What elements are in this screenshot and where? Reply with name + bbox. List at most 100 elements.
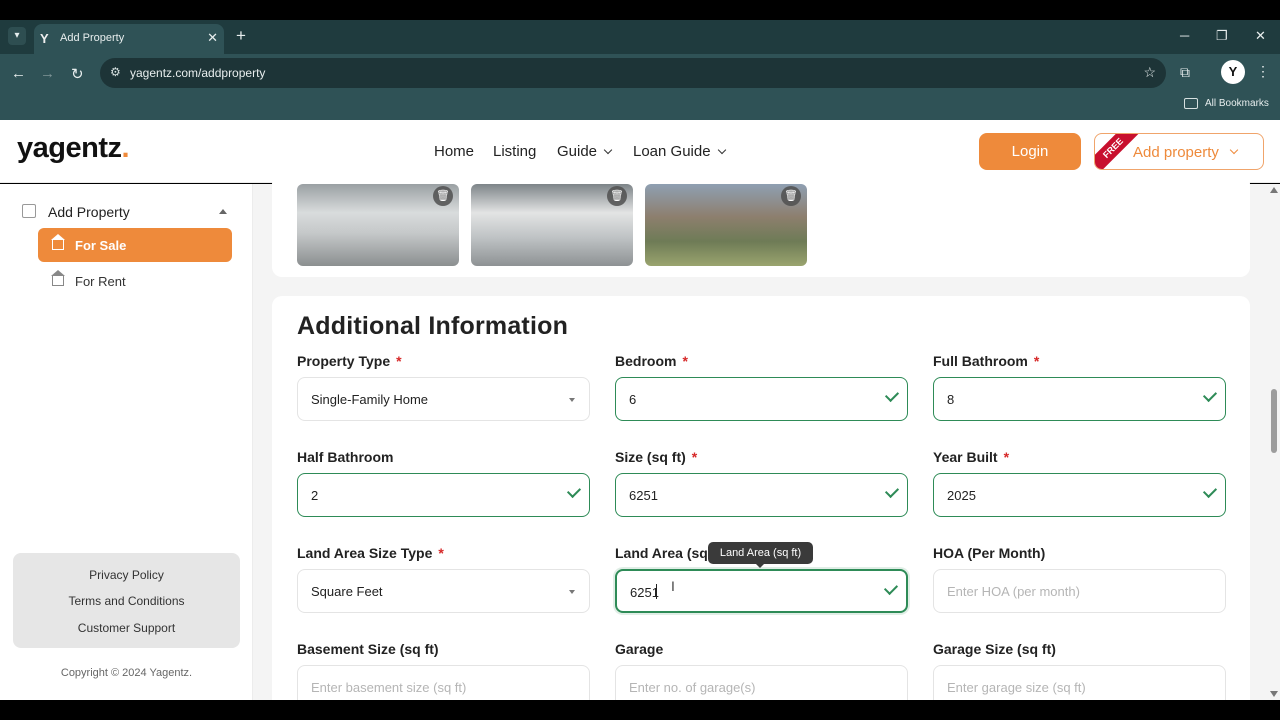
profile-avatar[interactable]: Y [1221,60,1245,84]
nav-loan-guide[interactable]: Loan Guide [633,143,726,160]
label-text: Year Built [933,449,998,465]
land-area-type-label: Land Area Size Type * [297,545,444,561]
year-built-input[interactable]: 2025 [933,473,1226,517]
required-mark: * [1033,353,1040,369]
caret-down-icon [569,590,575,594]
folder-icon [1184,98,1198,109]
copyright-text: Copyright © 2024 Yagentz. [60,667,193,679]
home-icon-body [52,275,64,286]
input-placeholder: Enter basement size (sq ft) [311,680,467,695]
input-value: 8 [947,392,955,407]
hoa-input[interactable]: Enter HOA (per month) [933,569,1226,613]
input-value: 6 [629,392,637,407]
back-icon[interactable]: ← [11,65,26,82]
login-button[interactable]: Login [979,133,1081,170]
size-label: Size (sq ft) * [615,449,697,465]
property-type-label: Property Type * [297,353,402,369]
property-type-select[interactable]: Single-Family Home [297,377,590,421]
bookmarks-bar: All Bookmarks [0,92,1280,120]
add-property-button[interactable]: FREE Add property [1094,133,1264,170]
required-mark: * [396,353,402,369]
sidebar-footer-links: Privacy Policy Terms and Conditions Cust… [13,553,240,648]
nav-guide[interactable]: Guide [557,143,613,160]
full-bathroom-input[interactable]: 8 [933,377,1226,421]
terms-link[interactable]: Terms and Conditions [13,594,240,608]
scroll-down-icon[interactable] [1270,691,1278,697]
sidebar: Add Property For Sale For Rent Privacy P… [0,184,253,700]
basement-label: Basement Size (sq ft) [297,641,439,657]
check-icon [1202,483,1218,499]
site-logo[interactable]: yagentz. [17,132,130,165]
bookmark-star-icon[interactable]: ☆ [1143,64,1156,81]
hoa-label: HOA (Per Month) [933,545,1046,561]
trash-icon[interactable]: 🗑 [781,186,801,206]
page-scrollbar[interactable] [1268,184,1280,700]
input-value: 6251 [630,585,659,600]
close-window-icon[interactable]: ✕ [1255,28,1266,44]
customer-support-link[interactable]: Customer Support [13,621,240,635]
land-area-type-select[interactable]: Square Feet [297,569,590,613]
minimize-icon[interactable]: ─ [1180,28,1189,43]
nav-listing[interactable]: Listing [493,143,536,160]
ibeam-cursor-icon: I [671,578,675,594]
reload-icon[interactable]: ↻ [71,65,84,83]
caret-down-icon [569,398,575,402]
sidebar-item-for-rent[interactable]: For Rent [38,264,232,298]
scroll-up-icon[interactable] [1270,187,1278,193]
page-body: Add Property For Sale For Rent Privacy P… [0,174,1280,716]
logo-dot: . [121,132,130,164]
size-input[interactable]: 6251 [615,473,908,517]
input-placeholder: Enter garage size (sq ft) [947,680,1086,695]
collapse-caret-icon[interactable] [219,209,227,214]
trash-icon[interactable]: 🗑 [433,186,453,206]
input-placeholder: Enter no. of garage(s) [629,680,756,695]
property-photo: 🗑 [471,184,633,266]
trash-icon[interactable]: 🗑 [607,186,627,206]
additional-info-card: Additional Information Property Type * Si… [272,296,1250,716]
logo-text: yagentz [17,132,122,164]
tab-search-button[interactable]: ▾ [8,27,26,45]
photos-card: 🗑 🗑 🗑 [272,174,1250,277]
extensions-icon[interactable]: ⧉ [1180,64,1190,81]
screen-bottom-edge [0,700,1280,720]
chevron-down-icon [1229,145,1239,155]
label-text: Size (sq ft) [615,449,686,465]
label-text: Land Area Size Type [297,545,433,561]
check-icon [1202,387,1218,403]
property-photo: 🗑 [645,184,807,266]
url-text: yagentz.com/addproperty [130,66,266,80]
input-placeholder: Enter HOA (per month) [947,584,1080,599]
bedroom-input[interactable]: 6 [615,377,908,421]
property-photo: 🗑 [297,184,459,266]
edit-note-icon [22,204,36,218]
yagentz-favicon-icon: Y [40,31,49,46]
section-title: Additional Information [297,312,569,340]
address-bar[interactable]: ⚙ yagentz.com/addproperty ☆ [100,58,1166,88]
browser-menu-icon[interactable]: ⋮ [1256,63,1270,80]
half-bathroom-input[interactable]: 2 [297,473,590,517]
sidebar-item-for-sale[interactable]: For Sale [38,228,232,262]
required-mark: * [682,353,688,369]
nav-home[interactable]: Home [434,143,474,160]
input-value: 6251 [629,488,658,503]
year-built-label: Year Built * [933,449,1009,465]
land-area-input[interactable]: 6251 [615,569,908,613]
nav-guide-label: Guide [557,143,598,160]
new-tab-icon[interactable]: + [236,26,246,46]
browser-tab-active[interactable]: Y Add Property ✕ [34,24,224,54]
forward-icon[interactable]: → [40,65,55,82]
label-text: Bedroom [615,353,677,369]
check-icon [883,580,899,596]
full-bathroom-label: Full Bathroom * [933,353,1039,369]
sidebar-item-label: For Rent [75,274,126,289]
bedroom-label: Bedroom * [615,353,688,369]
restore-icon[interactable]: ❐ [1216,28,1228,44]
scroll-thumb[interactable] [1271,389,1277,453]
all-bookmarks-link[interactable]: All Bookmarks [1205,98,1269,109]
required-mark: * [691,449,698,465]
site-info-icon[interactable]: ⚙ [110,65,121,79]
check-icon [884,483,900,499]
sidebar-heading[interactable]: Add Property [48,204,130,220]
privacy-policy-link[interactable]: Privacy Policy [13,568,240,582]
tab-close-icon[interactable]: ✕ [207,30,218,46]
